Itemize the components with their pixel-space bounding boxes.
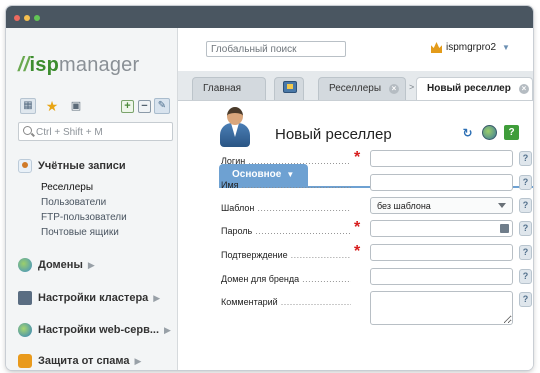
- help-hint-button[interactable]: ?: [519, 175, 532, 190]
- form-row-name: Имя ....................................…: [178, 174, 533, 194]
- pin-icon[interactable]: ✎: [154, 98, 170, 114]
- password-field[interactable]: [370, 220, 513, 237]
- window-titlebar: [6, 6, 533, 28]
- sidebar-section-domains[interactable]: Домены ▶: [18, 258, 95, 272]
- sidebar-search[interactable]: [18, 122, 173, 141]
- app-window: //ispmanager ▦ ★ ▣ + − ✎ Учётные записи …: [6, 6, 533, 370]
- field-label: Шаблон .................................…: [221, 203, 351, 213]
- required-mark: *: [354, 243, 361, 260]
- sidebar-toolbar: ▦ ★ ▣ + − ✎: [18, 98, 173, 116]
- maximize-window-button[interactable]: [34, 15, 40, 21]
- form-row-password: Пароль .................................…: [178, 220, 533, 240]
- chevron-right-icon: ▶: [134, 355, 142, 366]
- web-globe-icon: [18, 323, 32, 337]
- brand-domain-field[interactable]: [370, 268, 513, 285]
- sidebar-search-input[interactable]: [36, 125, 168, 139]
- chevron-down-icon: [498, 203, 506, 208]
- form-row-comment: Комментарий ............................…: [178, 291, 533, 325]
- password-confirm-field[interactable]: [370, 244, 513, 261]
- name-field[interactable]: [370, 174, 513, 191]
- field-label: Пароль .................................…: [221, 226, 351, 236]
- sidebar-section-label: Защита от спама: [38, 355, 130, 367]
- generate-password-icon[interactable]: [500, 224, 509, 233]
- form-row-brand-domain: Домен для бренда .......................…: [178, 268, 533, 288]
- briefcase-icon[interactable]: ▣: [68, 98, 84, 114]
- sidebar-section-label: Настройки кластера: [38, 292, 149, 304]
- sidebar-section-label: Домены: [38, 259, 83, 271]
- shield-icon: [18, 354, 32, 368]
- template-select-value: без шаблона: [377, 200, 431, 211]
- field-label: Домен для бренда .......................…: [221, 274, 351, 284]
- help-hint-button[interactable]: ?: [519, 245, 532, 260]
- login-field[interactable]: [370, 150, 513, 167]
- help-hint-button[interactable]: ?: [519, 269, 532, 284]
- chevron-right-icon: ▶: [164, 324, 171, 335]
- form-row-template: Шаблон .................................…: [178, 197, 533, 217]
- required-mark: *: [354, 219, 361, 236]
- sidebar-item-ftp-users[interactable]: FTP-пользователи: [41, 212, 127, 223]
- sidebar-item-users[interactable]: Пользователи: [41, 197, 106, 208]
- sidebar-section-cluster-settings[interactable]: Настройки кластера ▶: [18, 291, 160, 305]
- sidebar-section-label: Учётные записи: [38, 160, 126, 172]
- field-label: Подтверждение ..........................…: [221, 250, 351, 260]
- comment-field[interactable]: [370, 291, 513, 325]
- users-icon: [18, 159, 32, 173]
- sidebar-item-resellers[interactable]: Реселлеры: [41, 182, 93, 193]
- sidebar-section-label: Настройки web-серв...: [38, 324, 160, 336]
- collapse-all-icon[interactable]: −: [138, 100, 151, 113]
- help-hint-button[interactable]: ?: [519, 198, 532, 213]
- main-area: ispmgrpro2 ▼ Главная Реселлеры × > Новый…: [178, 28, 533, 370]
- close-window-button[interactable]: [14, 15, 20, 21]
- help-hint-button[interactable]: ?: [519, 221, 532, 236]
- sidebar-section-accounts[interactable]: Учётные записи: [18, 159, 126, 173]
- globe-icon: [18, 258, 32, 272]
- field-label: Имя ....................................…: [221, 180, 351, 190]
- expand-all-icon[interactable]: +: [121, 100, 134, 113]
- sidebar: //ispmanager ▦ ★ ▣ + − ✎ Учётные записи …: [6, 28, 178, 370]
- sidebar-item-mailboxes[interactable]: Почтовые ящики: [41, 227, 119, 238]
- cluster-icon: [18, 291, 32, 305]
- ispmanager-logo: //ispmanager: [18, 54, 140, 76]
- template-select[interactable]: без шаблона: [370, 197, 513, 214]
- search-icon: [23, 126, 32, 135]
- required-mark: *: [354, 149, 361, 166]
- minimize-window-button[interactable]: [24, 15, 30, 21]
- form-row-login: Логин ..................................…: [178, 150, 533, 170]
- sidebar-section-spam-protection[interactable]: Защита от спама ▶: [18, 354, 141, 368]
- chevron-right-icon: ▶: [153, 292, 161, 303]
- chevron-right-icon: ▶: [87, 259, 95, 270]
- form-fields: Логин ..................................…: [178, 28, 533, 370]
- form-row-confirm: Подтверждение ..........................…: [178, 244, 533, 264]
- field-label: Логин ..................................…: [221, 156, 351, 166]
- star-icon[interactable]: ★: [44, 98, 60, 114]
- help-hint-button[interactable]: ?: [519, 292, 532, 307]
- field-label: Комментарий ............................…: [221, 297, 351, 307]
- help-hint-button[interactable]: ?: [519, 151, 532, 166]
- sidebar-section-web-settings[interactable]: Настройки web-серв... ▶: [18, 323, 171, 337]
- grid-icon[interactable]: ▦: [20, 98, 36, 114]
